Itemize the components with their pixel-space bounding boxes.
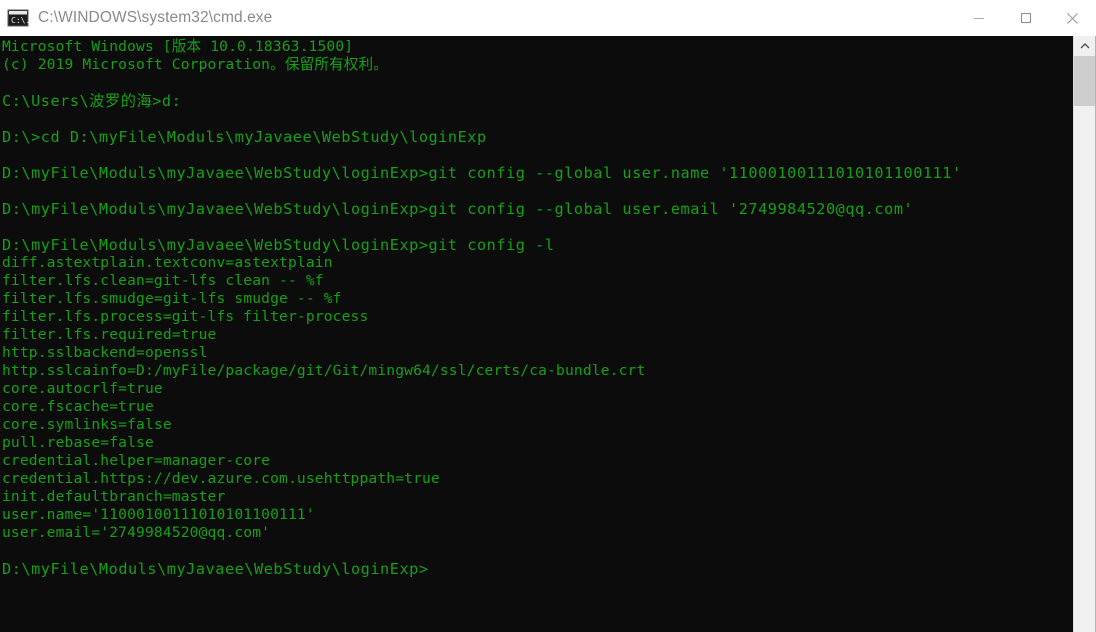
terminal-prompt-line: D:\myFile\Moduls\myJavaee\WebStudy\login… bbox=[2, 200, 914, 218]
chevron-up-icon[interactable] bbox=[1074, 36, 1096, 56]
terminal-output-line: filter.lfs.required=true bbox=[2, 326, 217, 343]
terminal-output-line: filter.lfs.smudge=git-lfs smudge -- %f bbox=[2, 290, 342, 307]
terminal-output-line: init.defaultbranch=master bbox=[2, 488, 226, 505]
cmd-window: C:\. C:\WINDOWS\system32\cmd.exe Microso… bbox=[0, 0, 1096, 632]
titlebar[interactable]: C:\. C:\WINDOWS\system32\cmd.exe bbox=[0, 0, 1096, 36]
terminal-output-line: Microsoft Windows [版本 10.0.18363.1500] bbox=[2, 38, 354, 55]
vertical-scrollbar[interactable] bbox=[1073, 36, 1096, 632]
terminal-output-line: credential.https://dev.azure.com.usehttp… bbox=[2, 470, 440, 487]
window-title: C:\WINDOWS\system32\cmd.exe bbox=[38, 9, 273, 26]
terminal-prompt-line: D:\myFile\Moduls\myJavaee\WebStudy\login… bbox=[2, 164, 962, 182]
terminal-output-area[interactable]: Microsoft Windows [版本 10.0.18363.1500] (c… bbox=[0, 36, 1073, 632]
terminal-prompt-line: D:\>cd D:\myFile\Moduls\myJavaee\WebStud… bbox=[2, 128, 487, 146]
close-button[interactable] bbox=[1049, 0, 1096, 36]
terminal-prompt-line: D:\myFile\Moduls\myJavaee\WebStudy\login… bbox=[2, 560, 429, 578]
window-controls bbox=[955, 0, 1096, 36]
terminal-output-line: filter.lfs.clean=git-lfs clean -- %f bbox=[2, 272, 324, 289]
terminal-output-line: user.name='11000100111010101100111' bbox=[2, 506, 315, 523]
maximize-button[interactable] bbox=[1002, 0, 1049, 36]
terminal-output-line: core.symlinks=false bbox=[2, 416, 172, 433]
scrollbar-thumb[interactable] bbox=[1074, 56, 1096, 106]
terminal-output-line: http.sslcainfo=D:/myFile/package/git/Git… bbox=[2, 362, 646, 379]
terminal-prompt-line: C:\Users\波罗的海>d: bbox=[2, 92, 182, 110]
scrollbar-track[interactable] bbox=[1074, 106, 1096, 632]
terminal-output-line: core.autocrlf=true bbox=[2, 380, 163, 397]
terminal-prompt-line: D:\myFile\Moduls\myJavaee\WebStudy\login… bbox=[2, 236, 555, 254]
terminal-output-line: diff.astextplain.textconv=astextplain bbox=[2, 254, 333, 271]
terminal-output-line: http.sslbackend=openssl bbox=[2, 344, 208, 361]
cmd-console-icon: C:\. bbox=[7, 8, 30, 28]
terminal-output-line: user.email='2749984520@qq.com' bbox=[2, 524, 271, 541]
terminal-output-line: filter.lfs.process=git-lfs filter-proces… bbox=[2, 308, 369, 325]
terminal-output-line: (c) 2019 Microsoft Corporation。保留所有权利。 bbox=[2, 56, 389, 73]
terminal-lines: Microsoft Windows [版本 10.0.18363.1500] (c… bbox=[0, 36, 1073, 578]
svg-text:C:\.: C:\. bbox=[11, 16, 29, 25]
terminal-output-line: pull.rebase=false bbox=[2, 434, 154, 451]
minimize-button[interactable] bbox=[955, 0, 1002, 36]
terminal-output-line: credential.helper=manager-core bbox=[2, 452, 271, 469]
terminal-output-line: core.fscache=true bbox=[2, 398, 154, 415]
